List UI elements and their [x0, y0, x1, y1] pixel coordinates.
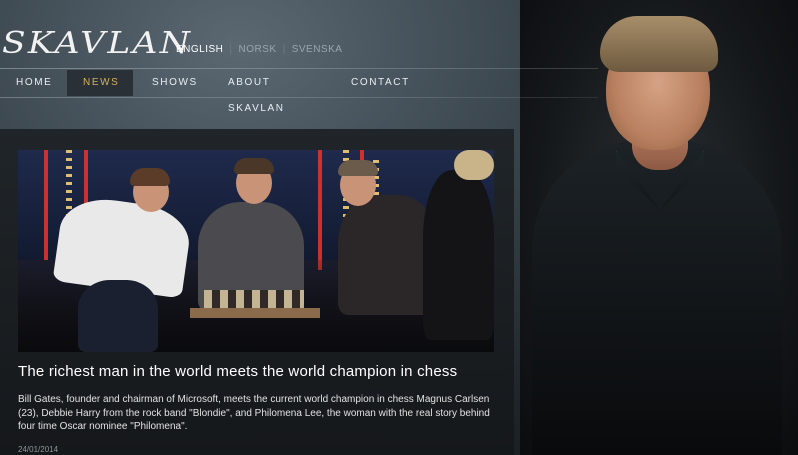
nav-item-home[interactable]: HOME [0, 70, 68, 96]
article-date: 24/01/2014 [18, 445, 59, 454]
language-svenska[interactable]: SVENSKA [292, 44, 343, 55]
site-logo[interactable]: SKAVLAN [2, 26, 192, 61]
language-english[interactable]: ENGLISH [176, 44, 223, 55]
nav-divider-top [0, 68, 598, 69]
language-switcher: ENGLISH | NORSK | SVENSKA [176, 44, 342, 55]
nav-item-contact[interactable]: CONTACT [335, 70, 426, 96]
article-headline[interactable]: The richest man in the world meets the w… [18, 363, 457, 380]
nav-item-about-skavlan[interactable]: ABOUT SKAVLAN [212, 70, 301, 114]
nav-item-news[interactable]: NEWS [67, 70, 133, 96]
language-separator: | [229, 44, 233, 55]
nav-item-shows[interactable]: SHOWS [136, 70, 214, 96]
nav-divider-bottom [0, 97, 598, 98]
article-photo[interactable] [18, 150, 494, 352]
language-norsk[interactable]: NORSK [239, 44, 277, 55]
language-separator: | [282, 44, 286, 55]
article-summary: Bill Gates, founder and chairman of Micr… [18, 394, 490, 432]
